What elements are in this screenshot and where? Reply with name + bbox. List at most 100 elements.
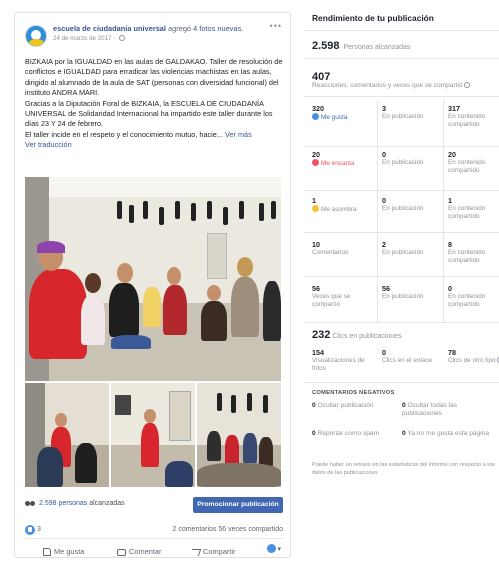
click-label: Clics de otro tipo	[448, 357, 496, 364]
post-action-bar: Me gusta Comentar Compartir ▾	[25, 541, 283, 561]
divider	[304, 382, 499, 383]
reaction-post-number: 3	[382, 104, 386, 113]
post-photo-main[interactable]	[25, 177, 281, 381]
reaction-shared-label: En contenido compartido	[448, 159, 486, 174]
comments-shares-count[interactable]: 2 comentarios 56 veces compartido	[173, 526, 284, 533]
promote-post-button[interactable]: Promocionar publicación	[193, 497, 283, 513]
reaction-post-cell: 0 En publicación	[382, 196, 446, 213]
comments-post-label: En publicación	[382, 249, 424, 256]
comments-total-cell: 10 Comentarios	[312, 240, 376, 257]
album-link[interactable]: 4 fotos nuevas.	[193, 24, 243, 33]
comment-button[interactable]: Comentar	[117, 544, 161, 558]
reaction-post-cell: 0 En publicación	[382, 150, 446, 167]
divider	[304, 322, 499, 323]
reaction-total-cell: 1 Me asombra	[312, 196, 376, 214]
thumb-icon	[43, 547, 51, 556]
like-icon	[25, 525, 35, 535]
post-photo-thumbnail[interactable]	[25, 383, 109, 487]
reaction-type-text: Me asombra	[321, 206, 357, 213]
negative-feedback-title: COMENTARIOS NEGATIVOS	[312, 390, 395, 396]
click-cell: 78 Clics de otro tipo	[448, 348, 499, 365]
reaction-shared-cell: 317 En contenido compartido	[448, 104, 499, 128]
share-button[interactable]: Compartir	[189, 544, 236, 558]
more-icon[interactable]: •••	[270, 21, 282, 31]
reaction-post-number: 0	[382, 150, 386, 159]
info-icon[interactable]	[463, 82, 470, 88]
insights-title: Rendimiento de tu publicación	[312, 13, 434, 23]
insights-reactions-label-row: Reacciones, comentarios y veces que se c…	[312, 82, 470, 89]
like-button[interactable]: Me gusta	[43, 544, 84, 558]
divider	[304, 30, 499, 31]
shares-post-label: En publicación	[382, 293, 424, 300]
post-photo-thumbnail[interactable]	[197, 383, 281, 487]
translate-link[interactable]: Ver traducción	[25, 140, 283, 150]
divider	[304, 276, 499, 277]
shares-shared-label: En contenido compartido	[448, 293, 486, 308]
divider	[304, 232, 499, 233]
shares-post-number: 56	[382, 284, 390, 293]
divider	[304, 190, 499, 191]
post-author-line: escuela de ciudadanía universal agregó 4…	[53, 24, 243, 34]
reaction-row: 20 Me encanta 0 En publicación 20 En con…	[304, 150, 499, 194]
insights-clicks: 232 Clics en publicaciones	[312, 329, 402, 341]
post-reach-row: 2.598 personas alcanzadas Promocionar pu…	[25, 497, 283, 515]
share-button-label: Compartir	[203, 546, 236, 556]
shares-total-label: Veces que se compartió	[312, 293, 351, 308]
page-name-link[interactable]: escuela de ciudadanía universal	[53, 24, 166, 33]
click-label: Clics en el enlace	[382, 357, 433, 364]
post-date[interactable]: 24 de marzo de 2017 ·	[53, 35, 125, 42]
reaction-total-number: 1	[312, 196, 316, 205]
click-number: 78	[448, 348, 456, 357]
post-reach-text: 2.598 personas alcanzadas	[39, 500, 125, 507]
reaction-post-label: En publicación	[382, 159, 424, 166]
post-reach-link[interactable]: 2.598 personas	[39, 500, 87, 507]
comments-post-number: 2	[382, 240, 386, 249]
negative-feedback-number: 0	[402, 402, 406, 409]
audience-selector[interactable]: ▾	[266, 544, 281, 553]
shares-shared-cell: 0 En contenido compartido	[448, 284, 499, 308]
insights-reach-label: Personas alcanzadas	[343, 44, 411, 51]
reaction-shared-number: 20	[448, 150, 456, 159]
shares-total-cell: 56 Veces que se compartió	[312, 284, 376, 308]
insights-clicks-number: 232	[312, 329, 331, 341]
see-more-link[interactable]: Ver más	[225, 130, 252, 139]
globe-icon	[119, 35, 125, 41]
reaction-total-cell: 20 Me encanta	[312, 150, 376, 168]
reaction-type-label: Me gusta	[312, 113, 376, 122]
post-text-paragraph: El taller incide en el respeto y el cono…	[25, 130, 283, 140]
reaction-row: 10 Comentarios 2 En publicación 8 En con…	[304, 240, 499, 280]
divider	[304, 146, 499, 147]
reaction-shared-cell: 1 En contenido compartido	[448, 196, 499, 220]
click-label-row: Clics de otro tipo	[448, 357, 499, 365]
reaction-total-number: 20	[312, 150, 320, 159]
reaction-row: 320 Me gusta 3 En publicación 317 En con…	[304, 104, 499, 148]
click-number: 154	[312, 348, 324, 357]
divider	[304, 96, 499, 97]
reaction-shared-label: En contenido compartido	[448, 113, 486, 128]
insights-panel: Rendimiento de tu publicación 2.598 Pers…	[304, 0, 499, 564]
post-text: BIZKAIA por la IGUALDAD en las aulas de …	[25, 57, 283, 151]
comment-button-label: Comentar	[129, 546, 162, 556]
insights-footnote: Puede haber un retraso en las estadístic…	[312, 462, 495, 476]
wow-reaction-icon	[312, 205, 319, 212]
post-text-paragraph: Gracias a la Diputación Foral de BIZKAIA…	[25, 98, 273, 129]
negative-feedback-item: 0 Ocultar todas las publicaciones	[402, 402, 494, 418]
negative-feedback-item: 0 Ocultar publicación	[312, 402, 380, 410]
comments-shared-label: En contenido compartido	[448, 249, 486, 264]
like-reaction-icon	[312, 113, 319, 120]
share-icon	[189, 548, 202, 556]
post-text-paragraph: BIZKAIA por la IGUALDAD en las aulas de …	[25, 57, 283, 98]
comments-total-label: Comentarios	[312, 249, 349, 256]
love-reaction-icon	[312, 159, 319, 166]
people-icon	[25, 501, 35, 509]
shares-post-cell: 56 En publicación	[382, 284, 446, 301]
post-reach-label: alcanzadas	[89, 500, 125, 507]
page-avatar[interactable]	[25, 25, 47, 47]
reaction-post-cell: 3 En publicación	[382, 104, 446, 121]
negative-feedback-label: Ocultar publicación	[317, 402, 374, 409]
comment-icon	[117, 548, 126, 556]
reaction-shared-number: 1	[448, 196, 452, 205]
like-count[interactable]: 3	[37, 526, 41, 533]
post-photo-thumbnail[interactable]	[111, 383, 195, 487]
negative-feedback-item: 0 Reportar como spam	[312, 430, 394, 438]
